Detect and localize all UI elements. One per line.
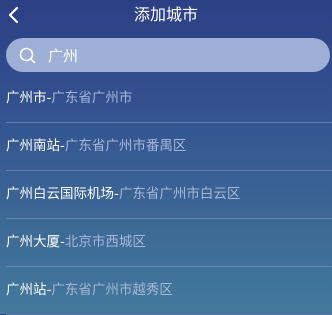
result-item[interactable]: 广州白云国际机场-广东省广州市白云区 (0, 171, 332, 219)
place-region: 广东省广州市越秀区 (51, 282, 173, 298)
place-region: 广东省广州市白云区 (118, 186, 241, 202)
place-name: 广州白云国际机场 (6, 186, 114, 202)
result-item[interactable]: 广州站-广东省广州市越秀区 (0, 267, 332, 315)
result-text: 广州市-广东省广州市 (6, 89, 132, 107)
place-name: 广州站 (6, 282, 47, 298)
search-input[interactable] (48, 38, 318, 72)
page-title: 添加城市 (133, 5, 198, 24)
place-name: 广州大厦 (6, 234, 60, 250)
place-name: 广州南站 (6, 138, 60, 154)
place-name: 广州市 (6, 90, 47, 106)
search-results-list: 广州市-广东省广州市 广州南站-广东省广州市番禺区 广州白云国际机场-广东省广州… (0, 75, 332, 315)
result-text: 广州白云国际机场-广东省广州市白云区 (6, 185, 240, 203)
result-text: 广州站-广东省广州市越秀区 (6, 281, 173, 299)
place-region: 北京市西城区 (64, 234, 146, 250)
search-bar[interactable] (6, 38, 330, 72)
result-text: 广州大厦-北京市西城区 (6, 233, 146, 251)
result-item[interactable]: 广州市-广东省广州市 (0, 75, 332, 123)
result-text: 广州南站-广东省广州市番禺区 (6, 137, 186, 155)
top-bar: 添加城市 (0, 0, 332, 30)
place-region: 广东省广州市 (51, 90, 133, 106)
place-region: 广东省广州市番禺区 (64, 138, 187, 154)
search-icon (19, 47, 36, 64)
result-item[interactable]: 广州南站-广东省广州市番禺区 (0, 123, 332, 171)
result-item[interactable]: 广州大厦-北京市西城区 (0, 219, 332, 267)
